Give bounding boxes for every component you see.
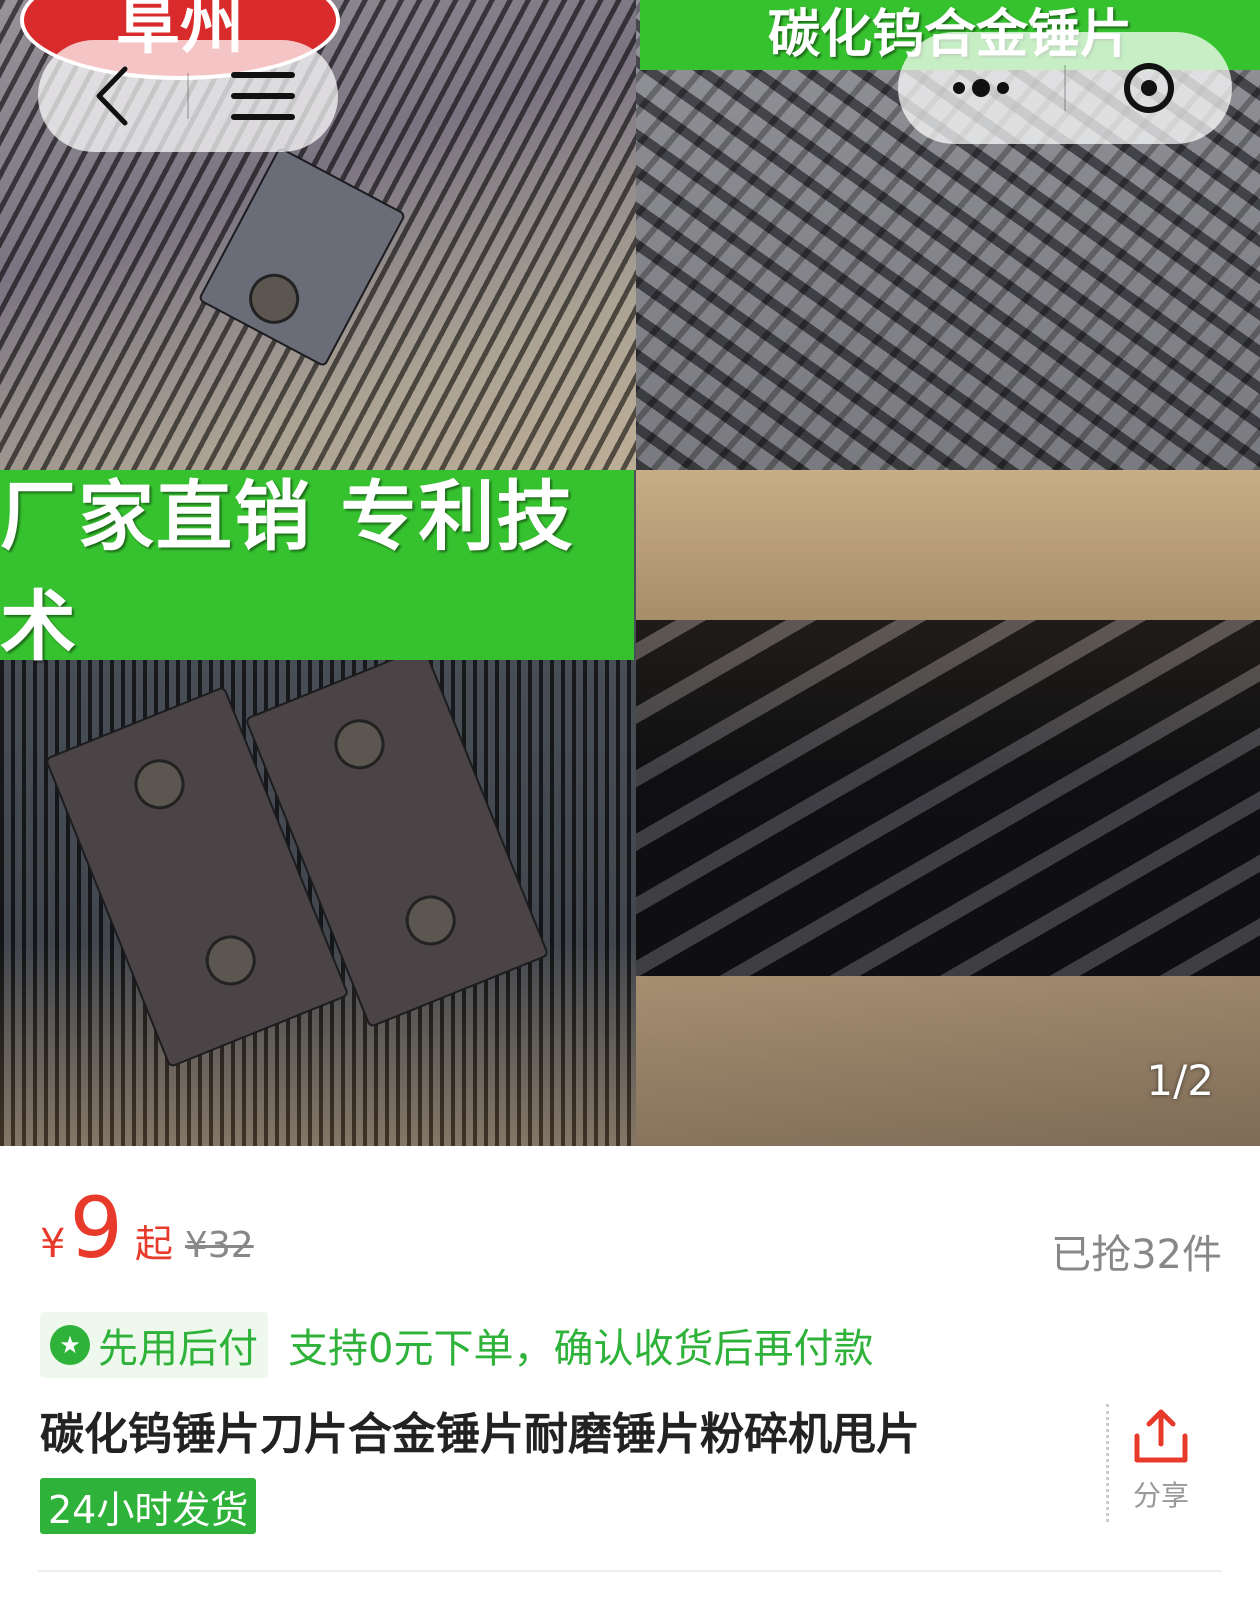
product-photo-4 xyxy=(636,470,1260,1146)
blade-hole xyxy=(326,711,393,777)
original-price: ¥32 xyxy=(184,1225,254,1266)
chevron-left-icon xyxy=(96,66,127,126)
pay-later-label: 先用后付 xyxy=(98,1326,258,1372)
product-title: 碳化钨锤片刀片合金锤片耐磨锤片粉碎机甩片 xyxy=(40,1409,920,1460)
more-dots-icon xyxy=(953,79,1009,97)
back-button[interactable] xyxy=(38,40,187,152)
nav-capsule-left xyxy=(38,40,338,152)
product-image-gallery[interactable]: 阜州 碳化钨合金锤片 厂家直销 专利技术 1/2 xyxy=(0,0,1260,1146)
nav-capsule-right xyxy=(898,32,1232,144)
share-upload-icon xyxy=(1134,1409,1188,1463)
close-button[interactable] xyxy=(1066,32,1232,144)
blade-hole xyxy=(240,264,308,333)
banner-mid-text: 厂家直销 专利技术 xyxy=(0,470,634,671)
share-label: 分享 xyxy=(1132,1479,1189,1512)
pay-later-description: 支持0元下单，确认收货后再付款 xyxy=(288,1326,874,1372)
shipping-tag: 24小时发货 xyxy=(40,1478,257,1534)
target-close-icon xyxy=(1123,63,1174,113)
blade-hole xyxy=(398,887,464,953)
hammer-blade xyxy=(197,146,407,368)
blade-hole xyxy=(198,927,264,993)
currency-symbol: ¥ xyxy=(40,1221,66,1267)
menu-button[interactable] xyxy=(189,40,338,152)
pay-later-badge: ★ 先用后付 xyxy=(40,1312,268,1378)
image-counter: 1/2 xyxy=(1146,1056,1214,1105)
sold-count: 已抢32件 xyxy=(1051,1232,1222,1278)
hamburger-menu-icon xyxy=(231,72,296,120)
section-divider xyxy=(38,1570,1222,1572)
wooden-crate xyxy=(636,470,1260,620)
current-price: 9 xyxy=(69,1179,123,1277)
share-button[interactable]: 分享 xyxy=(1106,1406,1216,1516)
price-row: ¥ 9 起 ¥32 xyxy=(40,1186,254,1270)
price-suffix: 起 xyxy=(134,1222,173,1266)
payment-row[interactable]: ★ 先用后付 支持0元下单，确认收货后再付款 xyxy=(40,1312,873,1378)
more-button[interactable] xyxy=(898,32,1064,144)
blade-hole xyxy=(126,751,193,817)
pay-later-icon: ★ xyxy=(50,1325,90,1365)
